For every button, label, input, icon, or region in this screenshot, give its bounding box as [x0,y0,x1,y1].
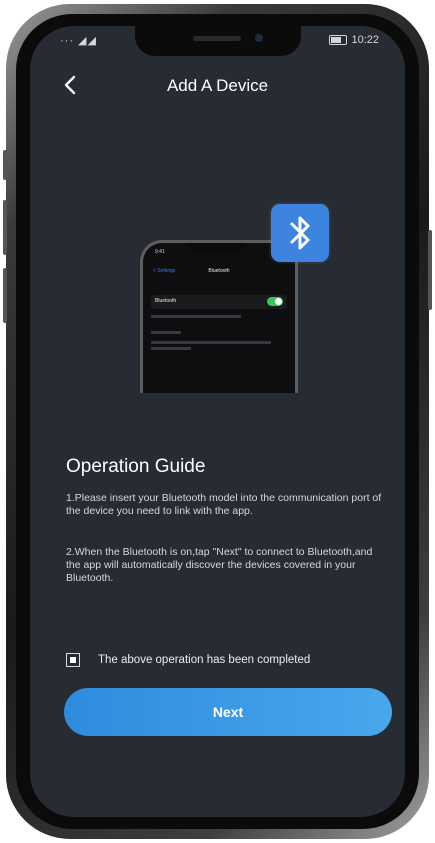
illustration-line [151,341,271,344]
speaker [193,36,241,41]
completed-checkbox[interactable] [66,653,80,667]
page-title: Add A Device [166,76,269,95]
battery-icon [329,35,348,45]
app-screen: ··· ◢◢ 10:22 Add A Device 9:41 < Setting… [30,26,405,817]
guide-step-1: 1.Please insert your Bluetooth model int… [66,492,382,517]
illustration-bluetooth-row: Bluetooth [151,295,287,309]
illustration-toggle [267,297,283,306]
illustration-phone: 9:41 < Settings Bluetooth Bluetooth [140,240,298,393]
illustration-line [151,331,181,334]
illustration-line [151,315,241,318]
illustration-title: Bluetooth [208,268,230,274]
bluetooth-badge [271,204,329,262]
side-button [3,150,7,180]
signal-indicator: ··· ◢◢ [60,35,97,47]
illustration-row-label: Bluetooth [155,298,177,304]
completed-label: The above operation has been completed [98,654,311,666]
next-button[interactable]: Next [64,688,392,736]
illustration-line [151,347,191,350]
camera [255,34,263,42]
side-button [428,230,432,310]
status-time: 10:22 [351,34,379,46]
status-right: 10:22 [329,34,379,46]
notch [135,26,301,56]
guide-step-2: 2.When the Bluetooth is on,tap "Next" to… [66,546,373,584]
illustration-time: 9:41 [155,249,165,255]
side-button [3,200,7,255]
guide-title: Operation Guide [66,456,206,477]
bluetooth-illustration: 9:41 < Settings Bluetooth Bluetooth [128,204,329,404]
side-button [3,268,7,323]
bluetooth-icon [290,216,310,250]
illustration-notch [189,243,245,251]
